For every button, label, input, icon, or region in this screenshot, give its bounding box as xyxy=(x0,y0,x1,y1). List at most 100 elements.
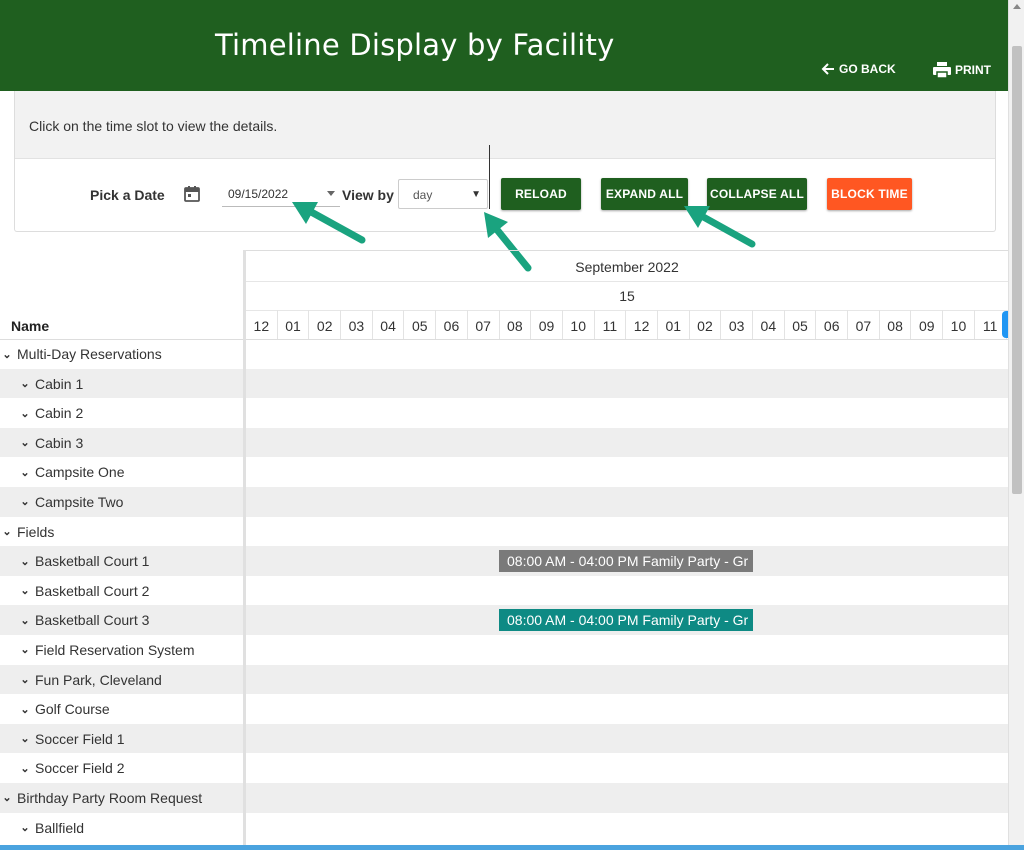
group-label[interactable]: ⌄ Multi-Day Reservations xyxy=(0,346,161,362)
printer-icon xyxy=(933,62,951,79)
chevron-down-icon[interactable]: ⌄ xyxy=(18,614,32,627)
timeline-row[interactable]: ⌄ Basketball Court 3 08:00 AM - 04:00 PM F… xyxy=(0,605,1008,635)
hour-cell: 04 xyxy=(373,310,405,339)
chevron-down-icon[interactable]: ⌄ xyxy=(18,821,32,834)
chevron-down-icon[interactable]: ⌄ xyxy=(0,791,14,804)
hour-cell: 09 xyxy=(531,310,563,339)
row-label-text: Field Reservation System xyxy=(35,641,195,658)
arrow-left-icon xyxy=(821,63,834,75)
reservation-event[interactable]: 08:00 AM - 04:00 PM Family Party - Gr xyxy=(499,550,753,573)
chevron-down-icon[interactable]: ⌄ xyxy=(18,762,32,775)
chevron-down-icon[interactable]: ⌄ xyxy=(18,555,32,568)
chevron-down-icon[interactable]: ⌄ xyxy=(18,732,32,745)
view-by-value: day xyxy=(413,188,433,202)
vertical-scrollbar[interactable] xyxy=(1008,0,1024,850)
chevron-down-icon[interactable]: ⌄ xyxy=(18,643,32,656)
facility-label[interactable]: ⌄ Soccer Field 2 xyxy=(18,760,124,776)
row-label-text: Basketball Court 1 xyxy=(35,553,150,570)
facility-label[interactable]: ⌄ Golf Course xyxy=(18,701,110,718)
block-time-button[interactable]: BLOCK TIME xyxy=(827,178,912,210)
hour-cell: 01 xyxy=(278,310,310,339)
hour-cell: 01 xyxy=(658,310,690,339)
row-label-text: Ballfield xyxy=(35,819,85,836)
go-back-button[interactable]: GO BACK xyxy=(820,61,896,77)
hour-cell: 02 xyxy=(690,310,722,339)
facility-label[interactable]: ⌄ Cabin 2 xyxy=(18,405,83,421)
hour-cell: 07 xyxy=(848,310,880,339)
chevron-down-icon[interactable]: ⌄ xyxy=(18,584,32,597)
facility-label[interactable]: ⌄ Campsite Two xyxy=(18,494,123,510)
group-label[interactable]: ⌄ Fields xyxy=(0,524,54,540)
timeline-month: September 2022 xyxy=(246,251,1008,282)
timeline-row[interactable]: ⌄ Cabin 1 xyxy=(0,368,1008,399)
timeline-hours: 12 01 02 03 04 05 06 07 08 09 10 11 12 01 02 03 04 05 06 07… xyxy=(246,310,1008,340)
print-label: PRINT xyxy=(955,63,991,77)
chevron-down-icon[interactable]: ⌄ xyxy=(18,377,32,390)
chevron-down-icon[interactable]: ⌄ xyxy=(18,466,32,479)
chevron-down-icon[interactable]: ⌄ xyxy=(18,673,32,686)
timeline-row[interactable]: ⌄ Multi-Day Reservations xyxy=(0,339,1008,369)
facility-label[interactable]: ⌄ Ballfield xyxy=(18,820,84,836)
hour-cell: 02 xyxy=(309,310,342,339)
date-field[interactable]: 09/15/2022 xyxy=(222,182,340,207)
timeline-row[interactable]: ⌄ Birthday Party Room Request xyxy=(0,782,1008,813)
timeline-row[interactable]: ⌄ Golf Course xyxy=(0,694,1008,724)
facility-label[interactable]: ⌄ Cabin 3 xyxy=(18,435,83,451)
calendar-icon[interactable] xyxy=(183,185,201,208)
timeline-row[interactable]: ⌄ Basketball Court 1 08:00 AM - 04:00 PM F… xyxy=(0,546,1008,576)
page-title: Timeline Display by Facility xyxy=(215,28,615,62)
bottom-bar xyxy=(0,845,1024,850)
group-label[interactable]: ⌄ Birthday Party Room Request xyxy=(0,790,202,806)
facility-label[interactable]: ⌄ Soccer Field 1 xyxy=(18,731,124,747)
chevron-down-icon: ▼ xyxy=(471,189,481,200)
row-label-text: Cabin 3 xyxy=(35,434,84,451)
scroll-up-icon[interactable] xyxy=(1013,4,1021,9)
chevron-down-icon[interactable]: ⌄ xyxy=(0,525,14,538)
timeline-row[interactable]: ⌄ Cabin 3 xyxy=(0,427,1008,458)
timeline-row[interactable]: ⌄ Soccer Field 1 xyxy=(0,723,1008,754)
chevron-down-icon[interactable]: ⌄ xyxy=(18,495,32,508)
chevron-down-icon[interactable]: ⌄ xyxy=(18,407,32,420)
chevron-down-icon[interactable]: ⌄ xyxy=(18,703,32,716)
collapse-all-button[interactable]: COLLAPSE ALL xyxy=(707,178,807,210)
row-label-text: Campsite One xyxy=(35,464,125,481)
view-by-select[interactable]: day ▼ xyxy=(398,179,488,209)
facility-label[interactable]: ⌄ Campsite One xyxy=(18,464,124,480)
timeline-row[interactable]: ⌄ Fields xyxy=(0,517,1008,547)
name-column-header: Name xyxy=(0,310,244,340)
row-label-text: Soccer Field 1 xyxy=(35,730,125,747)
timeline-row[interactable]: ⌄ Field Reservation System xyxy=(0,635,1008,665)
row-label-text: Golf Course xyxy=(35,701,110,718)
timeline-row[interactable]: ⌄ Campsite One xyxy=(0,457,1008,487)
chevron-down-icon[interactable]: ⌄ xyxy=(0,348,14,361)
pick-date-label: Pick a Date xyxy=(90,187,165,203)
hour-cell: 05 xyxy=(404,310,437,339)
facility-label[interactable]: ⌄ Field Reservation System xyxy=(18,641,195,658)
facility-label[interactable]: ⌄ Basketball Court 3 xyxy=(18,612,149,628)
hour-cell: 10 xyxy=(943,310,975,339)
row-label-text: Basketball Court 3 xyxy=(35,612,150,629)
facility-label[interactable]: ⌄ Cabin 1 xyxy=(18,376,83,392)
timeline-row[interactable]: ⌄ Campsite Two xyxy=(0,486,1008,517)
facility-label[interactable]: ⌄ Basketball Court 2 xyxy=(18,583,149,599)
facility-label[interactable]: ⌄ Fun Park, Cleveland xyxy=(18,672,161,688)
print-button[interactable]: PRINT xyxy=(932,61,991,79)
timeline-row[interactable]: ⌄ Soccer Field 2 xyxy=(0,753,1008,783)
expand-all-button[interactable]: EXPAND ALL xyxy=(601,178,688,210)
reload-button[interactable]: RELOAD xyxy=(501,178,581,210)
timeline-row[interactable]: ⌄ Fun Park, Cleveland xyxy=(0,664,1008,695)
go-back-label: GO BACK xyxy=(839,62,896,76)
timeline-row[interactable]: ⌄ Basketball Court 2 xyxy=(0,576,1008,606)
row-label-text: Cabin 2 xyxy=(35,405,84,422)
date-dropdown-caret-icon[interactable] xyxy=(327,191,335,196)
hour-cell: 12 xyxy=(246,310,278,339)
timeline-row[interactable]: ⌄ Cabin 2 xyxy=(0,398,1008,428)
info-text: Click on the time slot to view the detai… xyxy=(29,118,278,134)
facility-label[interactable]: ⌄ Basketball Court 1 xyxy=(18,553,149,569)
timeline-row[interactable]: ⌄ Ballfield xyxy=(0,813,1008,843)
hour-cell: 09 xyxy=(911,310,944,339)
scrollbar-thumb[interactable] xyxy=(1012,46,1022,494)
reservation-event[interactable]: 08:00 AM - 04:00 PM Family Party - Gr xyxy=(499,609,753,632)
name-header-label: Name xyxy=(11,318,50,334)
chevron-down-icon[interactable]: ⌄ xyxy=(18,436,32,449)
